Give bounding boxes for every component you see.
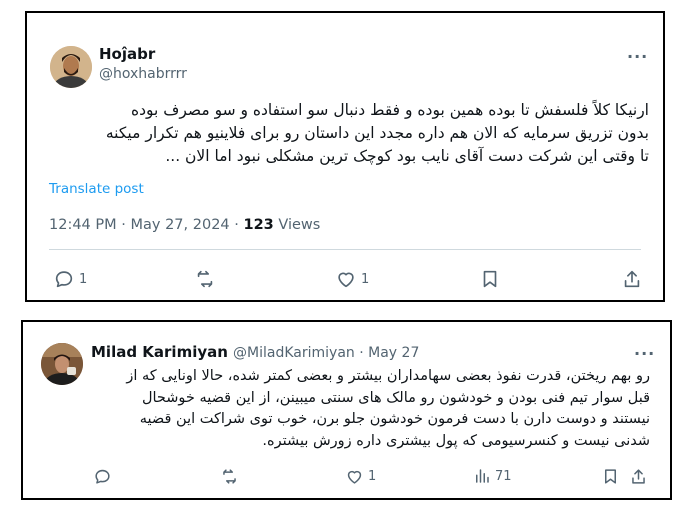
retweet-icon (223, 469, 236, 484)
bookmark-icon (483, 270, 497, 288)
retweet-icon (197, 270, 213, 288)
retweet-button[interactable] (219, 467, 244, 486)
reply-count: 1 (79, 271, 88, 287)
more-options-icon[interactable]: ··· (627, 47, 648, 66)
tweet-card-2: Milad Karimiyan @MiladKarimiyan · May 27… (21, 320, 672, 500)
reply-icon (95, 469, 110, 484)
like-count: 1 (361, 271, 370, 287)
tweet-text: رو بهم ریختن، قدرت نفوذ بعضی سهامداران ب… (80, 366, 650, 452)
views-count: 71 (495, 468, 512, 484)
retweet-button[interactable] (193, 268, 221, 290)
avatar[interactable] (50, 46, 92, 88)
heart-icon (338, 272, 354, 288)
views-button[interactable]: 71 (473, 467, 512, 485)
author-name[interactable]: Milad Karimiyan (91, 343, 228, 361)
share-icon (632, 469, 645, 484)
tweet-text-line: قبل سوار تیم فنی بودن و خودشون رو مالک ه… (141, 389, 650, 406)
views-label: Views (273, 217, 321, 233)
separator: · (229, 217, 244, 233)
share-button[interactable] (629, 467, 648, 486)
author-handle[interactable]: @hoxhabrrrr (99, 66, 187, 82)
tweet-date[interactable]: May 27 (368, 345, 419, 361)
tweet-meta: 12:44 PM · May 27, 2024 · 123 Views (49, 217, 320, 233)
tweet-time[interactable]: 12:44 PM (49, 217, 117, 233)
tweet-text-line: شدنی نیست و کنسرسیومی که پول بیشتری داره… (262, 432, 650, 449)
like-count: 1 (368, 469, 377, 484)
tweet-text-line: بدون تزریق سرمایه که الان هم داره مجدد ا… (105, 124, 649, 142)
divider (49, 249, 641, 250)
bookmark-icon (604, 469, 617, 484)
tweet-card-1: Hoĵabr @hoxhabrrrr ··· ارنیکا کلاً فلسفش… (25, 11, 665, 302)
author-name[interactable]: Hoĵabr (99, 45, 155, 63)
separator: · (116, 217, 131, 233)
author-handle[interactable]: @MiladKarimiyan (233, 345, 355, 361)
more-options-icon[interactable]: ··· (634, 344, 655, 363)
avatar[interactable] (41, 343, 83, 385)
translate-post-link[interactable]: Translate post (49, 181, 144, 197)
tweet-text-line: نیستند و دوست دارن با دست فرمون خودشون ج… (139, 411, 650, 427)
bookmark-button[interactable] (479, 268, 501, 290)
share-button[interactable] (621, 268, 643, 290)
heart-icon (347, 470, 362, 484)
tweet-text: ارنیکا کلاً فلسفش تا بوده همین بوده و فق… (49, 99, 649, 168)
reply-button[interactable] (93, 467, 116, 486)
share-icon (624, 270, 640, 288)
bookmark-button[interactable] (601, 467, 620, 486)
tweet-date[interactable]: May 27, 2024 (130, 217, 229, 233)
analytics-icon (476, 469, 489, 483)
like-button[interactable]: 1 (335, 268, 369, 290)
tweet-text-line: ارنیکا کلاً فلسفش تا بوده همین بوده و فق… (131, 101, 649, 119)
reply-button[interactable]: 1 (53, 268, 87, 290)
like-button[interactable]: 1 (345, 467, 376, 486)
separator: · (354, 345, 369, 361)
views-count: 123 (243, 217, 274, 233)
tweet-header: Milad Karimiyan @MiladKarimiyan · May 27 (91, 342, 419, 361)
tweet-text-line: رو بهم ریختن، قدرت نفوذ بعضی سهامداران ب… (126, 368, 650, 384)
tweet-text-line: تا وقتی این شرکت دست آقای نایب بود کوچک … (165, 147, 649, 165)
reply-icon (55, 271, 73, 288)
